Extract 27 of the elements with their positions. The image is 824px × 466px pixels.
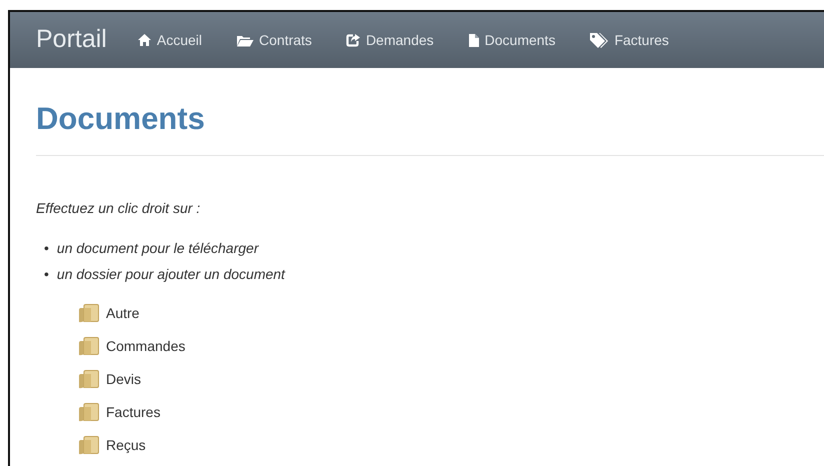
folder-item[interactable]: Devis: [106, 369, 142, 390]
folder-icon: [78, 436, 99, 455]
tags-icon: [589, 32, 610, 48]
share-icon: [346, 33, 361, 47]
folder-icon: [236, 34, 254, 46]
nav-link[interactable]: Factures: [589, 30, 669, 50]
page-title: Documents: [36, 100, 206, 138]
bullet-item: un document pour le télécharger: [56, 239, 258, 258]
brand-link[interactable]: Portail: [36, 21, 107, 59]
nav-link[interactable]: Contrats: [236, 30, 312, 50]
instruction-text: Effectuez un clic droit sur :: [36, 199, 202, 218]
folder-item[interactable]: Autre: [106, 303, 140, 324]
nav-link[interactable]: Demandes: [346, 30, 434, 50]
folder-item[interactable]: Commandes: [106, 336, 186, 356]
nav-link[interactable]: Accueil: [136, 30, 202, 50]
bullet-item: un dossier pour ajouter un document: [56, 265, 285, 284]
bullet-marker: •: [44, 265, 49, 284]
folder-item[interactable]: Reçus: [106, 435, 146, 456]
folder-item[interactable]: Factures: [106, 402, 160, 422]
nav-link[interactable]: Documents: [468, 30, 556, 50]
bullet-marker: •: [44, 239, 49, 258]
folder-icon: [78, 370, 99, 389]
folder-icon: [78, 402, 99, 422]
home-icon: [136, 33, 152, 47]
folder-icon: [78, 336, 99, 356]
folder-icon: [78, 304, 99, 323]
file-icon: [468, 32, 480, 48]
